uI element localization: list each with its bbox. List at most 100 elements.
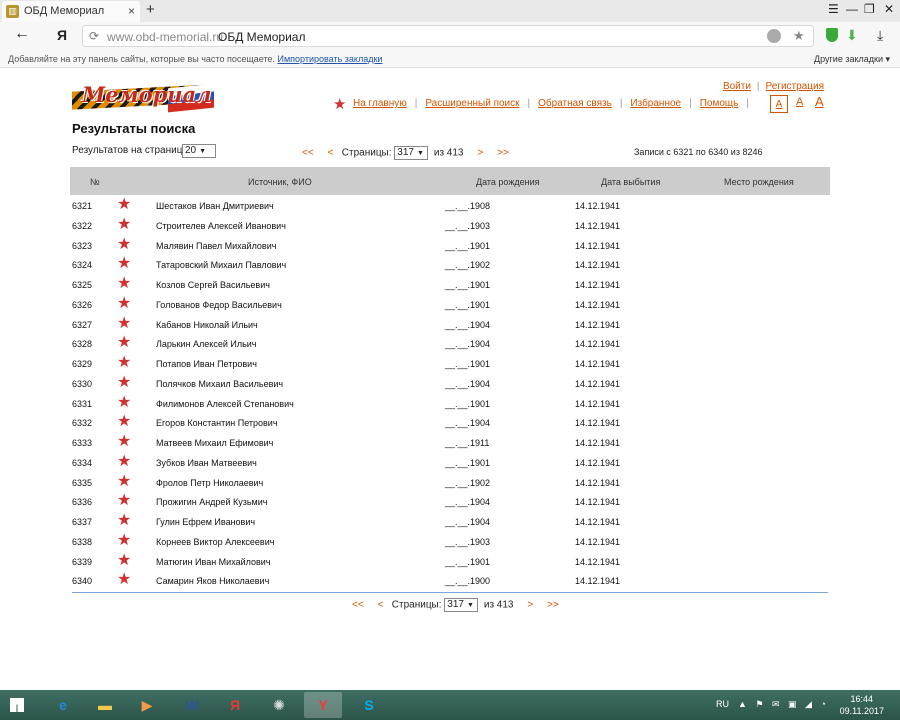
row-name-link[interactable]: Малявин Павел Михайлович — [156, 241, 276, 251]
table-row[interactable]: 6328 ★ Ларькин Алексей Ильич __.__.1904 14.1… — [72, 334, 828, 354]
row-name-link[interactable]: Самарин Яков Николаевич — [156, 576, 269, 586]
table-row[interactable]: 6323 ★ Малявин Павел Михайлович __.__.1901 1… — [72, 236, 828, 256]
row-name-link[interactable]: Филимонов Алексей Степанович — [156, 399, 294, 409]
font-size-large[interactable]: A — [815, 94, 824, 109]
row-name-link[interactable]: Полячков Михаил Васильевич — [156, 379, 283, 389]
row-name-link[interactable]: Матюгин Иван Михайлович — [156, 557, 271, 567]
word-icon[interactable]: W — [173, 692, 211, 718]
yandex-app-icon[interactable]: Я — [216, 692, 254, 718]
row-name-link[interactable]: Прожигин Андрей Кузьмич — [156, 497, 267, 507]
row-name-link[interactable]: Потапов Иван Петрович — [156, 359, 257, 369]
table-row[interactable]: 6336 ★ Прожигин Андрей Кузьмич __.__.1904 14… — [72, 492, 828, 512]
table-row[interactable]: 6322 ★ Строителев Алексей Иванович __.__.19… — [72, 216, 828, 236]
page-title: Результаты поиска — [72, 121, 196, 136]
site-favicon-icon: ▥ — [6, 5, 19, 18]
register-link[interactable]: Регистрация — [766, 81, 824, 92]
site-info-icon[interactable] — [767, 29, 781, 43]
first-page-link[interactable]: << — [302, 148, 314, 159]
menu-icon[interactable]: ☰ — [828, 2, 839, 16]
maximize-button[interactable]: ❐ — [864, 2, 875, 16]
nav-help[interactable]: Помощь — [700, 98, 739, 109]
last-page-link[interactable]: >> — [497, 148, 509, 159]
windows-start-icon[interactable] — [10, 698, 24, 712]
table-row[interactable]: 6324 ★ Татаровский Михаил Павлович __.__.19… — [72, 255, 828, 275]
table-row[interactable]: 6331 ★ Филимонов Алексей Степанович __.__.1… — [72, 394, 828, 414]
next-page-link[interactable]: > — [527, 600, 533, 611]
row-name-link[interactable]: Шестаков Иван Дмитриевич — [156, 201, 274, 211]
row-birth-date: __.__.1904 — [445, 319, 491, 330]
table-row[interactable]: 6326 ★ Голованов Федор Васильевич __.__.190… — [72, 295, 828, 315]
nav-feedback[interactable]: Обратная связь — [538, 98, 612, 109]
pagination-bottom: << < Страницы: 317 ▼ из 413 > >> — [352, 598, 559, 612]
per-page-select[interactable]: 20 ▼ — [182, 144, 216, 158]
row-name-link[interactable]: Матвеев Михаил Ефимович — [156, 438, 273, 448]
row-name-link[interactable]: Ларькин Алексей Ильич — [156, 339, 257, 349]
extension-icon[interactable]: ⬇ — [846, 27, 858, 44]
film-icon[interactable]: ✺ — [260, 692, 298, 718]
row-name-link[interactable]: Кабанов Николай Ильич — [156, 320, 258, 330]
table-row[interactable]: 6333 ★ Матвеев Михаил Ефимович __.__.1911 14… — [72, 433, 828, 453]
row-birth-date: __.__.1904 — [445, 339, 491, 350]
table-row[interactable]: 6340 ★ Самарин Яков Николаевич __.__.1900 14… — [72, 571, 828, 591]
minimize-button[interactable]: — — [846, 2, 858, 16]
row-name-link[interactable]: Строителев Алексей Иванович — [156, 221, 286, 231]
font-size-small[interactable]: A — [770, 95, 788, 113]
close-window-button[interactable]: ✕ — [884, 2, 894, 16]
table-row[interactable]: 6325 ★ Козлов Сергей Васильевич __.__.1901 1… — [72, 275, 828, 295]
table-row[interactable]: 6327 ★ Кабанов Николай Ильич __.__.1904 14.1… — [72, 315, 828, 335]
row-leave-date: 14.12.1941 — [575, 240, 621, 251]
row-name-link[interactable]: Гулин Ефрем Иванович — [156, 517, 255, 527]
table-row[interactable]: 6334 ★ Зубков Иван Матвеевич __.__.1901 14.1… — [72, 453, 828, 473]
row-name-link[interactable]: Корнеев Виктор Алексеевич — [156, 537, 274, 547]
row-name-link[interactable]: Козлов Сергей Васильевич — [156, 280, 270, 290]
downloads-icon[interactable]: ⤓ — [877, 27, 883, 44]
yandex-logo-icon[interactable]: Я — [57, 27, 67, 43]
tab-obd-memorial[interactable]: ▥ ОБД Мемориал × — [2, 1, 140, 22]
clock-date: 09.11.2017 — [839, 706, 884, 716]
table-row[interactable]: 6335 ★ Фролов Петр Николаевич __.__.1902 14.… — [72, 473, 828, 493]
page-select[interactable]: 317 ▼ — [394, 146, 429, 160]
tab-close-icon[interactable]: × — [128, 4, 135, 18]
nav-home[interactable]: На главную — [353, 98, 407, 109]
login-link[interactable]: Войти — [723, 81, 751, 92]
first-page-link[interactable]: << — [352, 600, 364, 611]
prev-page-link[interactable]: < — [378, 600, 384, 611]
nav-favorites[interactable]: Избранное — [630, 98, 681, 109]
bookmark-star-icon[interactable]: ★ — [793, 28, 805, 44]
memorial-logo[interactable]: Мемориал — [72, 78, 214, 116]
row-name-link[interactable]: Татаровский Михаил Павлович — [156, 260, 286, 270]
page-select[interactable]: 317 ▼ — [444, 598, 479, 612]
skype-icon[interactable]: S — [350, 692, 388, 718]
new-tab-button[interactable]: + — [146, 1, 155, 18]
yandex-browser-icon[interactable]: Y — [304, 692, 342, 718]
prev-page-link[interactable]: < — [328, 148, 334, 159]
row-name-link[interactable]: Зубков Иван Матвеевич — [156, 458, 257, 468]
reload-icon[interactable]: ⟳ — [89, 29, 99, 43]
address-input[interactable]: ⟳ www.obd-memorial.ru ОБД Мемориал ★ — [82, 25, 814, 47]
font-size-medium[interactable]: A — [796, 96, 803, 108]
row-name-link[interactable]: Фролов Петр Николаевич — [156, 478, 263, 488]
media-player-icon[interactable]: ▶ — [128, 692, 166, 718]
table-row[interactable]: 6321 ★ Шестаков Иван Дмитриевич __.__.1908 1… — [72, 196, 828, 216]
protect-shield-icon[interactable] — [826, 28, 838, 42]
table-row[interactable]: 6332 ★ Егоров Константин Петрович __.__.190… — [72, 413, 828, 433]
row-name-link[interactable]: Голованов Федор Васильевич — [156, 300, 282, 310]
row-name-link[interactable]: Егоров Константин Петрович — [156, 418, 278, 428]
table-row[interactable]: 6330 ★ Полячков Михаил Васильевич __.__.190… — [72, 374, 828, 394]
table-row[interactable]: 6329 ★ Потапов Иван Петрович __.__.1901 14.1… — [72, 354, 828, 374]
clock[interactable]: 16:44 09.11.2017 — [840, 693, 884, 717]
table-row[interactable]: 6337 ★ Гулин Ефрем Иванович __.__.1904 14.12… — [72, 512, 828, 532]
import-bookmarks-link[interactable]: Импортировать закладки — [278, 54, 383, 64]
other-bookmarks-button[interactable]: Другие закладки ▾ — [814, 54, 890, 65]
back-arrow-icon[interactable]: ← — [14, 25, 30, 43]
table-row[interactable]: 6339 ★ Матюгин Иван Михайлович __.__.1901 14… — [72, 552, 828, 572]
pagination-top: << < Страницы: 317 ▼ из 413 > >> — [302, 146, 509, 160]
tray-icons[interactable]: ▲ ⚑ ✉ ▣ ◢ ◔ — [738, 699, 829, 710]
table-row[interactable]: 6338 ★ Корнеев Виктор Алексеевич __.__.1903… — [72, 532, 828, 552]
explorer-icon[interactable]: ▬ — [86, 692, 124, 718]
last-page-link[interactable]: >> — [547, 600, 559, 611]
input-language[interactable]: RU — [716, 699, 729, 709]
nav-advanced-search[interactable]: Расширенный поиск — [425, 98, 519, 109]
ie-icon[interactable]: e — [44, 692, 82, 718]
next-page-link[interactable]: > — [477, 148, 483, 159]
